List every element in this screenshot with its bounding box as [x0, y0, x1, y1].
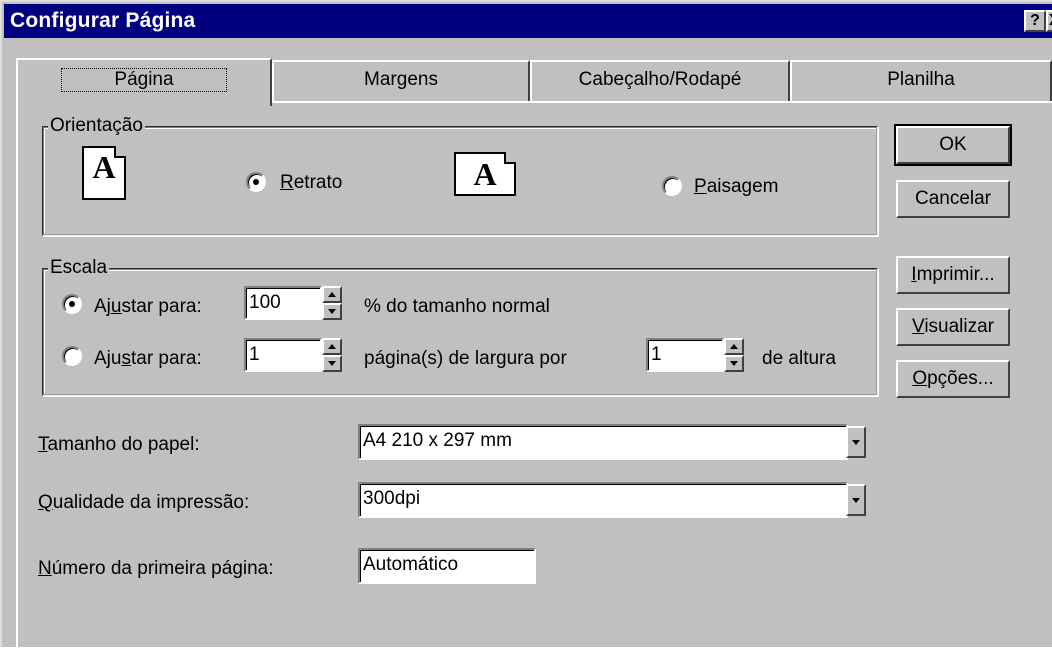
arrow-down-icon [328, 309, 336, 314]
fit-height-suffix: de altura [762, 348, 836, 369]
chevron-down-icon [852, 498, 860, 503]
first-page-number-label: Número da primeira página: [38, 558, 274, 579]
portrait-label[interactable]: Retrato [280, 172, 342, 194]
spin-up-button[interactable] [724, 338, 744, 355]
print-quality-dropdown-button[interactable] [846, 484, 866, 516]
orientation-legend: Orientação [48, 115, 145, 137]
tab-margens-label: Margens [364, 69, 438, 90]
help-button[interactable]: ? [1024, 10, 1046, 32]
print-quality-label: Qualidade da impressão: [38, 492, 250, 513]
scale-percent-suffix: % do tamanho normal [364, 296, 550, 317]
portrait-document-icon: A [82, 146, 126, 200]
fit-height-spinner[interactable] [724, 338, 744, 372]
paper-size-dropdown-button[interactable] [846, 426, 866, 458]
first-page-number-input[interactable]: Automático [358, 548, 536, 584]
dialog-title: Configurar Página [10, 9, 196, 32]
chevron-down-icon [852, 440, 860, 445]
arrow-down-icon [730, 361, 738, 366]
cancel-button[interactable]: Cancelar [896, 180, 1010, 218]
arrow-up-icon [730, 344, 738, 349]
arrow-up-icon [328, 292, 336, 297]
paper-size-select[interactable]: A4 210 x 297 mm [358, 424, 848, 460]
tab-planilha-label: Planilha [887, 69, 955, 90]
portrait-radio[interactable] [246, 172, 266, 192]
spin-down-button[interactable] [724, 355, 744, 372]
preview-button[interactable]: Visualizar [896, 308, 1010, 346]
page-setup-dialog: Configurar Página ? X Página Margens Cab… [0, 0, 1052, 649]
print-quality-select[interactable]: 300dpi [358, 482, 848, 518]
tab-cabecalho-rodape[interactable]: Cabeçalho/Rodapé [530, 60, 790, 102]
adjust-percent-radio[interactable] [62, 294, 82, 314]
scale-legend: Escala [48, 257, 110, 279]
options-button[interactable]: Opções... [896, 360, 1010, 398]
print-button[interactable]: Imprimir... [896, 256, 1010, 294]
tab-planilha[interactable]: Planilha [790, 60, 1052, 102]
scale-group: Escala [42, 257, 878, 396]
ok-button[interactable]: OK [894, 124, 1012, 166]
close-button[interactable]: X [1046, 10, 1052, 32]
fit-width-input[interactable]: 1 [244, 338, 322, 372]
landscape-document-icon: A [454, 152, 516, 196]
fit-width-suffix: página(s) de largura por [364, 348, 567, 369]
spin-up-button[interactable] [322, 286, 342, 303]
adjust-percent-label[interactable]: Ajustar para: [94, 296, 202, 318]
landscape-label[interactable]: Paisagem [694, 176, 779, 198]
tab-pagina-label: Página [61, 68, 227, 92]
fit-to-label[interactable]: Ajustar para: [94, 348, 202, 370]
spin-down-button[interactable] [322, 355, 342, 372]
spin-down-button[interactable] [322, 303, 342, 320]
tab-margens[interactable]: Margens [272, 60, 530, 102]
arrow-up-icon [328, 344, 336, 349]
scale-percent-spinner[interactable] [322, 286, 342, 320]
arrow-down-icon [328, 361, 336, 366]
tab-pagina[interactable]: Página [16, 58, 272, 106]
spin-up-button[interactable] [322, 338, 342, 355]
paper-size-label: Tamanho do papel: [38, 434, 200, 455]
title-bar: Configurar Página ? X [4, 4, 1052, 38]
scale-percent-input[interactable]: 100 [244, 286, 322, 320]
fit-height-input[interactable]: 1 [646, 338, 724, 372]
tab-cabecalho-rodape-label: Cabeçalho/Rodapé [578, 69, 742, 90]
fit-to-radio[interactable] [62, 346, 82, 366]
landscape-radio[interactable] [662, 176, 682, 196]
fit-width-spinner[interactable] [322, 338, 342, 372]
